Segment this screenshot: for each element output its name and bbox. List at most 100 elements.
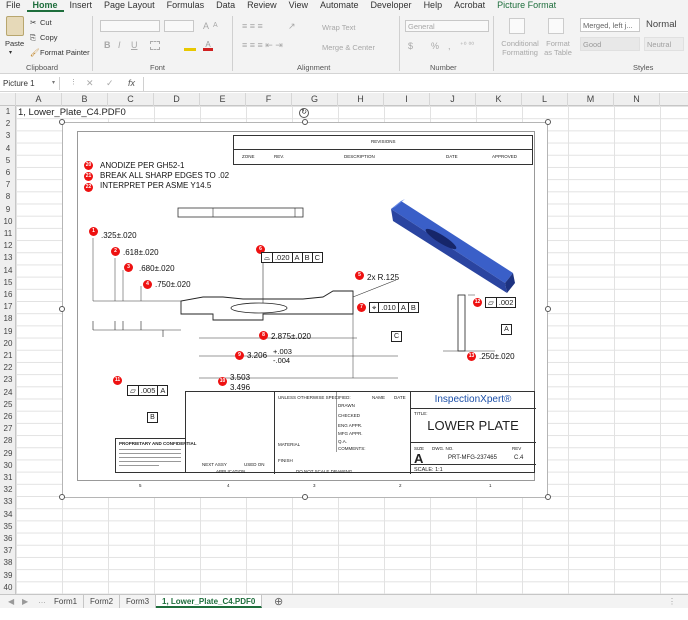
resize-handle-nw[interactable] (59, 119, 65, 125)
row-header[interactable]: 33 (0, 496, 16, 508)
column-header[interactable]: G (292, 93, 338, 106)
row-header[interactable]: 40 (0, 582, 16, 594)
picture-drawing[interactable]: REVISIONS ZONE REV. DESCRIPTION DATE APP… (62, 122, 548, 498)
row-header[interactable]: 22 (0, 362, 16, 374)
row-header[interactable]: 32 (0, 484, 16, 496)
row-header[interactable]: 27 (0, 423, 16, 435)
format-painter-button[interactable]: Format Painter (40, 48, 90, 57)
align-top-icon[interactable]: ≡ ≡ ≡ (242, 21, 263, 31)
row-header[interactable]: 29 (0, 448, 16, 460)
row-header[interactable]: 6 (0, 167, 16, 179)
add-sheet-icon[interactable]: ⊕ (274, 595, 283, 608)
column-header[interactable]: D (154, 93, 200, 106)
menu-data[interactable]: Data (210, 0, 241, 12)
conditional-formatting-button[interactable]: Conditional Formatting (500, 39, 540, 57)
row-header[interactable]: 2 (0, 118, 16, 130)
menu-developer[interactable]: Developer (365, 0, 418, 12)
sheet-tab-form1[interactable]: Form1 (48, 595, 85, 608)
merge-center-button[interactable]: Merge & Center (322, 43, 375, 52)
row-header[interactable]: 10 (0, 216, 16, 228)
sheet-tab-form3[interactable]: Form3 (120, 595, 157, 608)
menu-review[interactable]: Review (241, 0, 283, 12)
row-header[interactable]: 12 (0, 240, 16, 252)
row-header[interactable]: 35 (0, 521, 16, 533)
resize-handle-ne[interactable] (545, 119, 551, 125)
fill-color-icon[interactable] (184, 41, 196, 51)
font-size-box[interactable] (164, 20, 194, 32)
menu-home[interactable]: Home (26, 0, 64, 12)
number-format-select[interactable]: General (405, 20, 489, 32)
cell-a1[interactable]: 1, Lower_Plate_C4.PDF0 (18, 107, 128, 118)
row-header[interactable]: 18 (0, 313, 16, 325)
style-good[interactable]: Good (580, 37, 640, 51)
column-header[interactable]: M (568, 93, 614, 106)
italic-button[interactable]: I (118, 40, 121, 50)
row-header[interactable]: 15 (0, 277, 16, 289)
row-header[interactable]: 9 (0, 204, 16, 216)
copy-button[interactable]: Copy (40, 33, 58, 42)
row-header[interactable]: 30 (0, 460, 16, 472)
resize-handle-sw[interactable] (59, 494, 65, 500)
orientation-icon[interactable]: ↗ (288, 21, 296, 32)
row-header[interactable]: 25 (0, 399, 16, 411)
wrap-text-button[interactable]: Wrap Text (322, 23, 356, 32)
menu-page-layout[interactable]: Page Layout (98, 0, 161, 12)
row-header[interactable]: 17 (0, 301, 16, 313)
resize-handle-se[interactable] (545, 494, 551, 500)
resize-handle-w[interactable] (59, 306, 65, 312)
next-sheet-icon[interactable]: ▶ (22, 597, 28, 606)
row-header[interactable]: 8 (0, 191, 16, 203)
prev-sheet-icon[interactable]: ◀ (8, 597, 14, 606)
menu-automate[interactable]: Automate (314, 0, 365, 12)
more-sheets-icon[interactable]: … (38, 596, 46, 605)
formula-input[interactable] (143, 77, 688, 91)
grow-font-button[interactable]: A (203, 21, 209, 31)
row-header[interactable]: 39 (0, 570, 16, 582)
menu-file[interactable]: File (0, 0, 27, 12)
column-header[interactable]: I (384, 93, 430, 106)
borders-icon[interactable] (150, 41, 160, 50)
resize-handle-n[interactable] (302, 119, 308, 125)
paste-icon[interactable] (6, 16, 24, 36)
menu-formulas[interactable]: Formulas (161, 0, 211, 12)
underline-button[interactable]: U (131, 40, 138, 50)
row-header[interactable]: 21 (0, 350, 16, 362)
format-table-button[interactable]: Format as Table (542, 39, 574, 57)
column-header[interactable]: N (614, 93, 660, 106)
row-header[interactable]: 3 (0, 130, 16, 142)
resize-handle-s[interactable] (302, 494, 308, 500)
row-header[interactable]: 24 (0, 387, 16, 399)
menu-picture-format[interactable]: Picture Format (491, 0, 562, 12)
column-header[interactable]: J (430, 93, 476, 106)
name-box-dropdown-icon[interactable]: ▾ (52, 79, 55, 86)
row-header[interactable]: 34 (0, 509, 16, 521)
column-header[interactable]: A (16, 93, 62, 106)
align-left-icon[interactable]: ≡ ≡ ≡ ⇤ ⇥ (242, 40, 283, 51)
column-header[interactable]: F (246, 93, 292, 106)
menu-view[interactable]: View (283, 0, 314, 12)
font-name-box[interactable] (100, 20, 160, 32)
row-header[interactable]: 19 (0, 326, 16, 338)
column-header[interactable]: K (476, 93, 522, 106)
style-neutral[interactable]: Neutral (644, 37, 684, 51)
cancel-icon[interactable]: ✕ (86, 78, 94, 89)
cut-button[interactable]: Cut (40, 18, 52, 27)
font-color-icon[interactable]: A (203, 41, 213, 51)
row-header[interactable]: 14 (0, 265, 16, 277)
cut-icon[interactable]: ✂ (30, 18, 36, 27)
row-header[interactable]: 13 (0, 252, 16, 264)
decimal-icon[interactable]: ⁺⁰ ⁰⁰ (460, 41, 474, 49)
menu-insert[interactable]: Insert (64, 0, 99, 12)
comma-button[interactable]: , (448, 41, 451, 51)
row-header[interactable]: 28 (0, 435, 16, 447)
menu-help[interactable]: Help (418, 0, 449, 12)
resize-handle-e[interactable] (545, 306, 551, 312)
sheet-tab-lower-plate[interactable]: 1, Lower_Plate_C4.PDF0 (156, 595, 263, 608)
currency-icon[interactable]: $ (408, 41, 413, 51)
row-header[interactable]: 5 (0, 155, 16, 167)
row-header[interactable]: 4 (0, 143, 16, 155)
paste-dropdown-icon[interactable]: ▾ (9, 49, 12, 56)
row-header[interactable]: 1 (0, 106, 16, 118)
row-header[interactable]: 38 (0, 557, 16, 569)
conditional-formatting-icon[interactable] (509, 18, 525, 34)
